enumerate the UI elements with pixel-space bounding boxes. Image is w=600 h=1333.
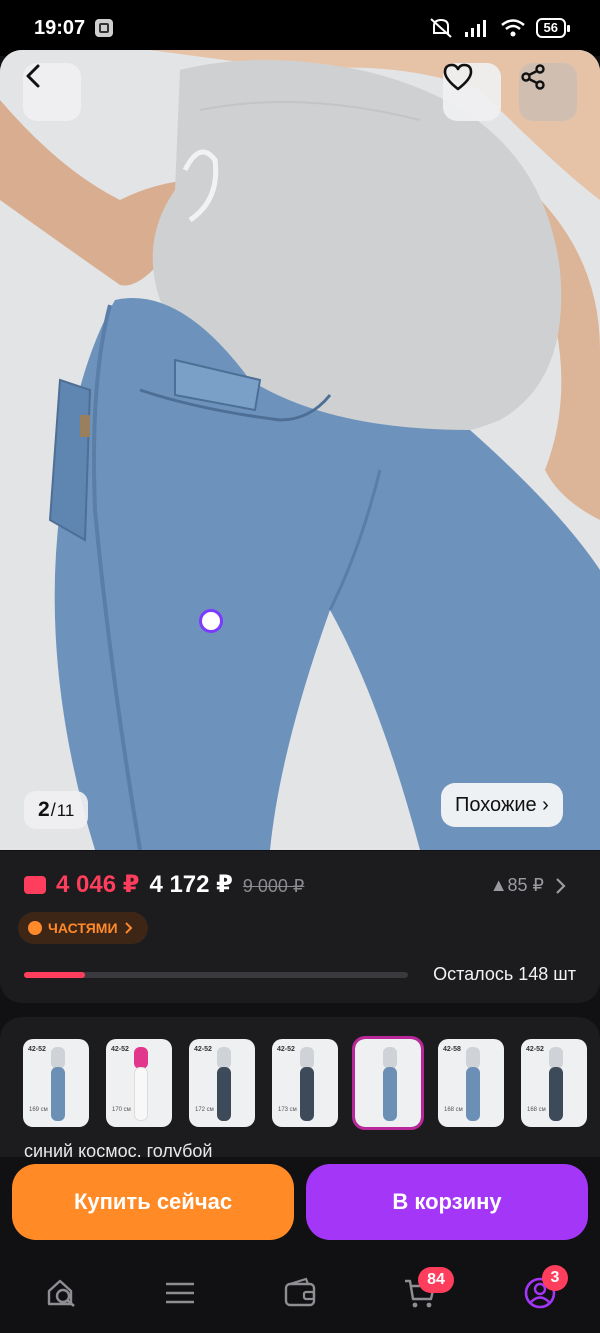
chevron-left-icon [26, 64, 40, 88]
variant-thumbnail[interactable]: 42-52 173 см [272, 1039, 338, 1127]
image-counter-current: 2 [38, 798, 50, 821]
variant-size-label: 42-58 [443, 1046, 461, 1053]
jeans-variant-grey-blue [549, 1067, 563, 1121]
nav-wallet[interactable] [282, 1275, 318, 1311]
signal-icon [464, 20, 486, 37]
image-counter-separator: / [50, 800, 56, 820]
current-price: 4 172 ₽ [149, 871, 233, 898]
variant-thumbnail[interactable]: 42-52 170 см [106, 1039, 172, 1127]
jeans-variant-white [134, 1067, 148, 1121]
variant-thumbnail[interactable]: 42-52 168 см [521, 1039, 587, 1127]
wallet-icon [284, 1277, 316, 1307]
variant-top-shape [217, 1047, 231, 1069]
variant-size-label: 42-52 [526, 1046, 544, 1053]
bottom-navigation: 84 3 [0, 1249, 600, 1333]
variant-top-shape [134, 1047, 148, 1069]
variants-card: 42-52 169 см 42-52 170 см 42-52 172 см 42-52 17… [0, 1017, 600, 1157]
jeans-variant-light [466, 1067, 480, 1121]
similar-button[interactable]: Похожие › [441, 783, 563, 827]
stock-progress-bar [24, 972, 408, 978]
action-bar: Купить сейчас В корзину [0, 1157, 600, 1249]
variant-height-label: 173 см [278, 1107, 297, 1113]
jeans-variant-dark-blue [217, 1067, 231, 1121]
price-row: 4 046 ₽ 4 172 ₽ 9 000 ₽ [24, 870, 304, 899]
profile-notification-badge: 3 [542, 1265, 568, 1291]
share-button[interactable] [519, 63, 577, 121]
jeans-variant-light-blue [51, 1067, 65, 1121]
jeans-variant-selected [383, 1067, 397, 1121]
variant-top-shape [300, 1047, 314, 1069]
color-name: синий космос, голубой [24, 1141, 213, 1157]
variant-height-label: 170 см [112, 1107, 131, 1113]
variant-height-label: 172 см [195, 1107, 214, 1113]
installments-badge[interactable]: ЧАСТЯМИ [18, 912, 148, 944]
mute-icon [429, 18, 452, 38]
catalog-menu-icon [166, 1282, 194, 1304]
wifi-icon [500, 19, 525, 37]
variant-height-label: 169 см [29, 1107, 48, 1113]
share-icon [521, 64, 545, 90]
variant-thumbnail[interactable]: 42-52 169 см [23, 1039, 89, 1127]
cart-count-badge: 84 [418, 1267, 454, 1293]
image-counter: 2 / 11 [24, 791, 89, 829]
price-card: 4 046 ₽ 4 172 ₽ 9 000 ₽ ▲85 ₽ ЧАСТЯМИ Ос… [0, 851, 600, 1003]
variant-size-label: 42-52 [194, 1046, 212, 1053]
status-bar: 19:07 56 [0, 0, 600, 56]
notification-app-icon [95, 19, 114, 37]
heart-icon [443, 63, 473, 91]
variant-top-shape [51, 1047, 65, 1069]
search-home-icon [47, 1279, 75, 1307]
installments-label: ЧАСТЯМИ [48, 920, 118, 936]
variant-thumbnail[interactable]: 42-58 168 см [438, 1039, 504, 1127]
stock-progress-fill [24, 972, 86, 978]
product-image-gallery[interactable]: 2 / 11 Похожие › [0, 50, 600, 850]
wallet-price-icon [24, 876, 46, 894]
chevron-right-icon [556, 877, 566, 894]
price-change: ▲85 ₽ [489, 875, 544, 895]
variant-thumbnail[interactable]: 42-52 172 см [189, 1039, 255, 1127]
nav-home[interactable] [44, 1275, 80, 1311]
variant-top-shape [466, 1047, 480, 1069]
price-history-link[interactable]: ▲85 ₽ [490, 875, 566, 896]
product-photo [0, 50, 600, 850]
installments-icon [28, 921, 42, 935]
chevron-right-icon [124, 922, 132, 934]
variant-size-label: 42-52 [277, 1046, 295, 1053]
wallet-price: 4 046 ₽ [56, 871, 140, 898]
variant-thumbnails: 42-52 169 см 42-52 170 см 42-52 172 см 42-52 17… [23, 1036, 587, 1130]
jeans-variant-grey [300, 1067, 314, 1121]
variant-top-shape [383, 1047, 397, 1069]
variant-height-label: 168 см [444, 1107, 463, 1113]
variant-size-label: 42-52 [111, 1046, 129, 1053]
touch-indicator [199, 609, 223, 633]
battery-indicator: 56 [535, 18, 571, 38]
variant-thumbnail[interactable] [352, 1036, 424, 1130]
status-icons: 56 [428, 17, 571, 39]
status-time: 19:07 [34, 16, 86, 39]
variant-size-label: 42-52 [28, 1046, 46, 1053]
variant-height-label: 168 см [527, 1107, 546, 1113]
stock-remaining: Осталось 148 шт [433, 964, 576, 984]
nav-catalog[interactable] [162, 1275, 198, 1311]
favorite-button[interactable] [443, 63, 501, 121]
back-button[interactable] [23, 63, 81, 121]
image-counter-total: 11 [56, 801, 75, 820]
add-to-cart-button[interactable]: В корзину [306, 1164, 588, 1240]
variant-top-shape [549, 1047, 563, 1069]
buy-now-button[interactable]: Купить сейчас [12, 1164, 294, 1240]
old-price: 9 000 ₽ [242, 876, 305, 896]
